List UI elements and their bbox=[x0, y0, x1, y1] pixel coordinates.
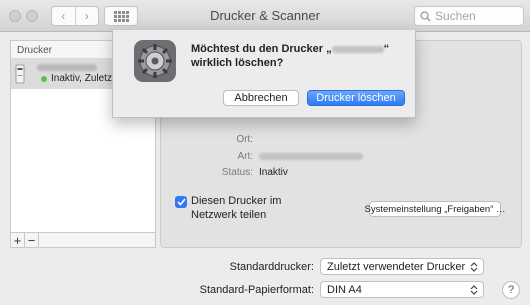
checkmark-icon bbox=[176, 198, 186, 206]
printer-name-redacted bbox=[37, 64, 97, 71]
type-label: Art: bbox=[237, 151, 253, 162]
show-all-button[interactable] bbox=[104, 6, 138, 26]
status-label: Status: bbox=[221, 167, 253, 178]
minimize-window-button[interactable] bbox=[26, 10, 38, 22]
cancel-button[interactable]: Abbrechen bbox=[223, 90, 299, 106]
location-label: Ort: bbox=[236, 134, 253, 145]
delete-confirmation-dialog: Möchtest du den Drucker „ “ wirklich lösc… bbox=[112, 30, 416, 118]
title-bar: ‹ › Drucker & Scanner Suchen bbox=[0, 0, 530, 32]
up-down-arrows-icon bbox=[470, 285, 478, 295]
search-field[interactable]: Suchen bbox=[414, 6, 524, 26]
paper-size-label: Standard-Papierformat: bbox=[199, 284, 314, 296]
paper-size-select[interactable]: DIN A4 bbox=[320, 281, 484, 298]
search-icon bbox=[415, 10, 435, 22]
grid-icon bbox=[113, 10, 129, 22]
dialog-message-prefix: Möchtest du den Drucker „ bbox=[191, 43, 332, 55]
search-placeholder: Suchen bbox=[435, 9, 476, 23]
add-printer-button[interactable]: + bbox=[11, 233, 25, 247]
navigation-buttons: ‹ › bbox=[51, 6, 99, 26]
paper-size-value: DIN A4 bbox=[327, 283, 362, 296]
dialog-printer-name-redacted bbox=[331, 45, 384, 53]
gear-icon bbox=[134, 40, 176, 82]
status-value: Inaktiv bbox=[259, 167, 288, 178]
forward-button[interactable]: › bbox=[74, 7, 99, 25]
sharing-preferences-button[interactable]: Systemeinstellung „Freigaben“ … bbox=[365, 201, 506, 217]
delete-printer-button[interactable]: Drucker löschen bbox=[307, 90, 405, 106]
help-icon: ? bbox=[507, 284, 515, 296]
default-printer-select[interactable]: Zuletzt verwendeter Drucker bbox=[320, 258, 484, 275]
dialog-message: Möchtest du den Drucker „ “ wirklich lösc… bbox=[191, 42, 407, 70]
up-down-arrows-icon bbox=[470, 262, 478, 272]
type-value-redacted bbox=[259, 153, 363, 160]
back-button[interactable]: ‹ bbox=[52, 7, 75, 25]
back-icon: ‹ bbox=[61, 9, 66, 23]
default-printer-value: Zuletzt verwendeter Drucker bbox=[327, 260, 466, 273]
share-printer-checkbox[interactable] bbox=[175, 196, 187, 208]
share-printer-label: Diesen Drucker im Netzwerk teilen bbox=[191, 195, 282, 221]
printer-list-footer: + − bbox=[10, 232, 156, 248]
forward-icon: › bbox=[84, 9, 89, 23]
status-dot-icon bbox=[41, 76, 47, 82]
help-button[interactable]: ? bbox=[502, 281, 520, 299]
close-window-button[interactable] bbox=[9, 10, 21, 22]
remove-printer-button[interactable]: − bbox=[25, 233, 39, 247]
printer-icon bbox=[15, 64, 25, 84]
default-printer-label: Standarddrucker: bbox=[229, 261, 314, 273]
